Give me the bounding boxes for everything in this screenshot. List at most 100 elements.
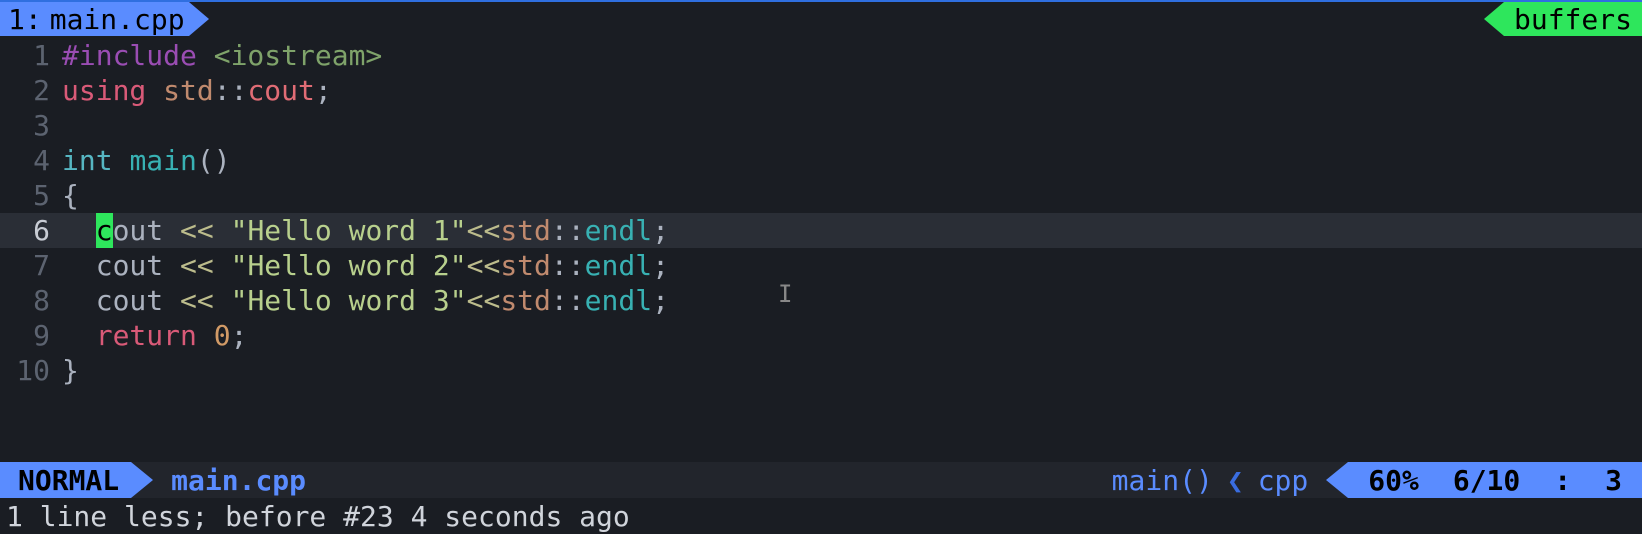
status-context: main() ❮ cpp	[1112, 462, 1327, 498]
status-line-count: 6/10	[1453, 464, 1520, 497]
token-punc	[163, 249, 180, 282]
token-punc	[62, 249, 96, 282]
status-position: 60% 6/10 : 3	[1348, 462, 1642, 498]
line-content: cout << "Hello word 1"<<std::endl;	[62, 213, 1642, 248]
line-number: 10	[0, 353, 62, 388]
token-str: "Hello word 2"	[231, 249, 467, 282]
buffer-bar: 1: main.cpp buffers	[0, 0, 1642, 36]
spacer	[209, 2, 1484, 36]
code-line[interactable]: 6 cout << "Hello word 1"<<std::endl;	[0, 213, 1642, 248]
token-id: cout	[96, 284, 163, 317]
token-punc: ::	[551, 284, 585, 317]
line-content: return 0;	[62, 318, 1642, 353]
token-punc	[214, 214, 231, 247]
buffer-tab[interactable]: 1: main.cpp	[0, 2, 189, 36]
line-number: 1	[0, 38, 62, 73]
token-ns: std	[500, 214, 551, 247]
line-content: #include <iostream>	[62, 38, 1642, 73]
token-punc: ;	[652, 249, 669, 282]
token-punc	[163, 214, 180, 247]
token-hdr: <iostream>	[214, 39, 383, 72]
token-ns: std	[500, 284, 551, 317]
spacer	[306, 462, 1112, 498]
code-line[interactable]: 1#include <iostream>	[0, 38, 1642, 73]
token-punc	[214, 284, 231, 317]
buffers-label-text: buffers	[1514, 3, 1632, 36]
token-punc	[62, 214, 96, 247]
token-ns: std	[500, 249, 551, 282]
token-ns: std	[163, 74, 214, 107]
token-op: <<	[180, 249, 214, 282]
line-content: cout << "Hello word 2"<<std::endl;	[62, 248, 1642, 283]
token-id: cout	[96, 249, 163, 282]
token-kw: using	[62, 74, 146, 107]
status-context-func: main()	[1112, 464, 1213, 497]
message-text: 1 line less; before #23 4 seconds ago	[6, 500, 630, 533]
token-str: "Hello word 1"	[231, 214, 467, 247]
line-number: 6	[0, 213, 62, 248]
line-number: 3	[0, 108, 62, 143]
token-kw: return	[96, 319, 197, 352]
token-punc: {	[62, 179, 79, 212]
token-punc: ;	[652, 214, 669, 247]
line-content: int main()	[62, 143, 1642, 178]
token-punc	[62, 319, 96, 352]
code-line[interactable]: 5{	[0, 178, 1642, 213]
message-line: 1 line less; before #23 4 seconds ago	[0, 498, 1642, 534]
line-number: 8	[0, 283, 62, 318]
token-fn: endl	[585, 284, 652, 317]
token-punc: ()	[197, 144, 231, 177]
separator-icon	[1326, 462, 1348, 498]
token-ident: cout	[247, 74, 314, 107]
buffer-tab-name: main.cpp	[50, 3, 185, 36]
separator-icon	[189, 2, 209, 36]
token-punc: ::	[551, 214, 585, 247]
code-line[interactable]: 10}	[0, 353, 1642, 388]
token-punc	[113, 144, 130, 177]
code-line[interactable]: 7 cout << "Hello word 2"<<std::endl;	[0, 248, 1642, 283]
token-punc: ;	[315, 74, 332, 107]
buffers-label[interactable]: buffers	[1504, 2, 1642, 36]
buffer-tab-index: 1:	[8, 3, 42, 36]
line-content: cout << "Hello word 3"<<std::endl;	[62, 283, 1642, 318]
token-op: <<	[467, 284, 501, 317]
code-line[interactable]: 2using std::cout;	[0, 73, 1642, 108]
token-punc: }	[62, 354, 79, 387]
code-line[interactable]: 9 return 0;	[0, 318, 1642, 353]
token-op: <<	[467, 214, 501, 247]
token-op: <<	[180, 284, 214, 317]
line-content: using std::cout;	[62, 73, 1642, 108]
editor-code-area[interactable]: 1#include <iostream>2using std::cout;34i…	[0, 36, 1642, 388]
line-number: 9	[0, 318, 62, 353]
token-typ: int	[62, 144, 113, 177]
status-percent: 60%	[1368, 464, 1419, 497]
token-punc: ;	[231, 319, 248, 352]
status-col-sep: :	[1554, 464, 1571, 497]
token-op: <<	[180, 214, 214, 247]
mode-indicator: NORMAL	[0, 462, 131, 498]
line-number: 4	[0, 143, 62, 178]
text-cursor-icon: I	[778, 280, 792, 308]
token-num: 0	[214, 319, 231, 352]
token-punc	[146, 74, 163, 107]
code-line[interactable]: 4int main()	[0, 143, 1642, 178]
status-filename-text: main.cpp	[171, 464, 306, 497]
token-fn: endl	[585, 214, 652, 247]
token-punc: ::	[214, 74, 248, 107]
line-number: 2	[0, 73, 62, 108]
token-id: out	[113, 214, 164, 247]
token-fn: endl	[585, 249, 652, 282]
token-punc: ::	[551, 249, 585, 282]
token-fn: main	[129, 144, 196, 177]
token-punc	[62, 284, 96, 317]
line-content: {	[62, 178, 1642, 213]
token-punc	[197, 319, 214, 352]
code-line[interactable]: 3	[0, 108, 1642, 143]
line-number: 5	[0, 178, 62, 213]
status-line: NORMAL main.cpp main() ❮ cpp 60% 6/10 : …	[0, 462, 1642, 498]
status-context-filetype: cpp	[1258, 464, 1309, 497]
token-pp: #include	[62, 39, 214, 72]
chevron-left-icon: ❮	[1227, 464, 1244, 497]
code-line[interactable]: 8 cout << "Hello word 3"<<std::endl;	[0, 283, 1642, 318]
token-str: "Hello word 3"	[231, 284, 467, 317]
